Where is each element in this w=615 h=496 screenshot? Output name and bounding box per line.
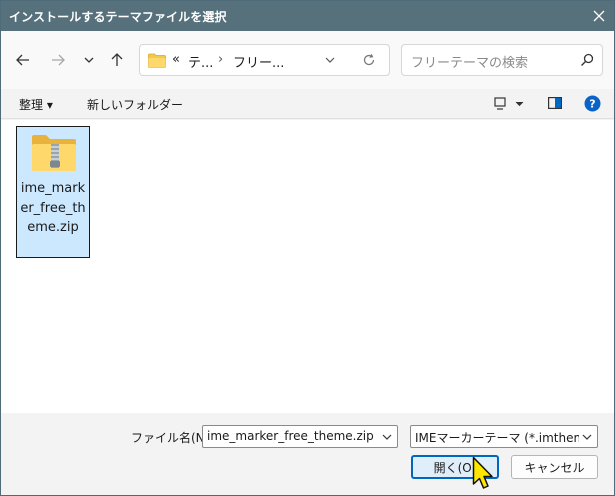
search-input[interactable]: フリーテーマの検索 xyxy=(401,44,603,76)
file-open-dialog: インストールするテーマファイルを選択 « テ... › フリー... フリーテー… xyxy=(0,0,615,496)
help-icon: ? xyxy=(584,95,601,112)
svg-text:?: ? xyxy=(589,98,595,111)
breadcrumb-overflow[interactable]: « xyxy=(172,52,180,67)
close-icon xyxy=(593,10,605,22)
arrow-left-icon xyxy=(16,54,29,66)
command-bar: 整理 ▾ 新しいフォルダー ? xyxy=(1,89,614,119)
file-type-value: IMEマーカーテーマ (*.imtheme; *.zi xyxy=(415,431,579,445)
title-bar: インストールするテーマファイルを選択 xyxy=(1,1,614,31)
zip-folder-icon xyxy=(32,135,76,171)
filename-field[interactable]: ime_marker_free_theme.zip xyxy=(202,425,398,448)
window-title: インストールするテーマファイルを選択 xyxy=(9,10,227,24)
new-folder-button[interactable]: 新しいフォルダー xyxy=(87,96,183,113)
chevron-down-icon xyxy=(84,57,94,63)
refresh-icon xyxy=(363,53,375,66)
close-button[interactable] xyxy=(588,5,610,27)
chevron-down-icon xyxy=(582,434,592,440)
file-type-select[interactable]: IMEマーカーテーマ (*.imtheme; *.zi xyxy=(410,425,598,448)
view-icon xyxy=(494,97,524,110)
file-item[interactable]: ime_marker_free_theme.zip xyxy=(16,126,90,258)
recent-locations-button[interactable] xyxy=(77,48,101,72)
cancel-button[interactable]: キャンセル xyxy=(511,455,598,479)
help-button[interactable]: ? xyxy=(584,95,601,115)
organize-menu[interactable]: 整理 ▾ xyxy=(19,96,53,113)
forward-button[interactable] xyxy=(46,48,70,72)
search-placeholder: フリーテーマの検索 xyxy=(411,56,529,71)
address-bar[interactable]: « テ... › フリー... xyxy=(139,44,390,76)
chevron-down-icon xyxy=(382,434,392,440)
arrow-right-icon xyxy=(52,54,65,66)
arrow-up-icon xyxy=(111,53,123,66)
search-icon xyxy=(581,53,594,66)
preview-pane-icon xyxy=(548,97,563,110)
file-name: ime_marker_free_theme.zip xyxy=(20,181,86,235)
filename-value: ime_marker_free_theme.zip xyxy=(207,429,374,443)
file-list-area[interactable]: ime_marker_free_theme.zip xyxy=(1,120,614,413)
breadcrumb-parent[interactable]: テ... xyxy=(188,52,213,71)
preview-pane-button[interactable] xyxy=(548,97,563,112)
breadcrumb-current[interactable]: フリー... xyxy=(233,52,284,71)
view-options-button[interactable] xyxy=(494,97,524,114)
back-button[interactable] xyxy=(11,48,35,72)
chevron-down-icon xyxy=(325,57,335,63)
dialog-footer: ファイル名(N): ime_marker_free_theme.zip IMEマ… xyxy=(1,413,614,495)
breadcrumb-separator: › xyxy=(218,52,224,67)
folder-icon xyxy=(148,53,166,68)
mouse-cursor-icon xyxy=(472,456,493,489)
up-button[interactable] xyxy=(105,48,129,72)
navigation-bar: « テ... › フリー... フリーテーマの検索 xyxy=(1,31,614,89)
